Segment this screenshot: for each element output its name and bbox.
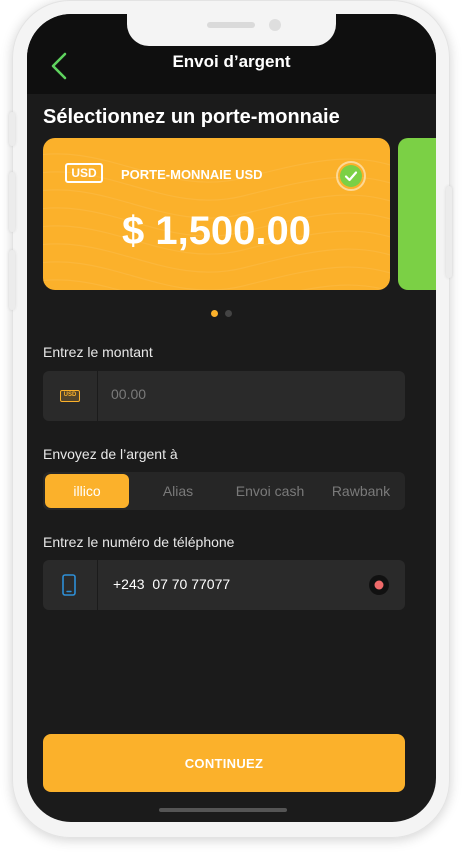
send-method-tabs: illico Alias Envoi cash Rawbank	[43, 472, 405, 510]
usd-icon: USD	[60, 390, 80, 402]
speaker-grill	[207, 22, 255, 28]
camera-dot	[269, 19, 281, 31]
phone-icon-cell	[43, 560, 98, 610]
amount-label: Entrez le montant	[43, 344, 153, 360]
wallet-balance: $ 1,500.00	[121, 209, 312, 253]
phone-field[interactable]: +243 07 70 77077	[43, 560, 405, 610]
continue-button[interactable]: CONTINUEZ	[43, 734, 405, 792]
side-button	[9, 112, 15, 146]
status-dot-icon[interactable]	[368, 574, 390, 596]
wallet-name: PORTE-MONNAIE USD	[121, 167, 263, 182]
page-title: Envoi d’argent	[172, 52, 291, 71]
wallet-card-usd[interactable]: USD PORTE-MONNAIE USD $ 1,500.00	[43, 138, 390, 290]
wallet-card-next[interactable]	[398, 138, 436, 290]
tab-alias[interactable]: Alias	[135, 472, 221, 510]
phone-label: Entrez le numéro de téléphone	[43, 534, 235, 550]
amount-input[interactable]	[111, 386, 391, 402]
tab-illico[interactable]: illico	[45, 474, 129, 508]
send-to-label: Envoyez de l’argent à	[43, 446, 178, 462]
side-button	[9, 172, 15, 232]
carousel-pager	[211, 304, 239, 322]
mobile-phone-icon	[62, 574, 76, 596]
side-button	[446, 186, 452, 278]
pager-dot[interactable]	[225, 310, 232, 317]
phone-number-value[interactable]: +243 07 70 77077	[113, 576, 230, 592]
side-button	[9, 250, 15, 310]
amount-currency-cell: USD	[43, 371, 98, 421]
app-screen: Envoi d’argent Sélectionnez un porte-mon…	[27, 14, 436, 822]
wallet-section-title: Sélectionnez un porte-monnaie	[43, 106, 340, 128]
amount-field[interactable]: USD	[43, 371, 405, 421]
check-circle-icon	[336, 161, 366, 191]
phone-notch	[127, 14, 336, 46]
home-indicator	[159, 808, 287, 812]
tab-rawbank[interactable]: Rawbank	[319, 472, 403, 510]
usd-badge-icon: USD	[65, 163, 103, 183]
pager-dot[interactable]	[211, 310, 218, 317]
tab-envoi-cash[interactable]: Envoi cash	[227, 472, 313, 510]
